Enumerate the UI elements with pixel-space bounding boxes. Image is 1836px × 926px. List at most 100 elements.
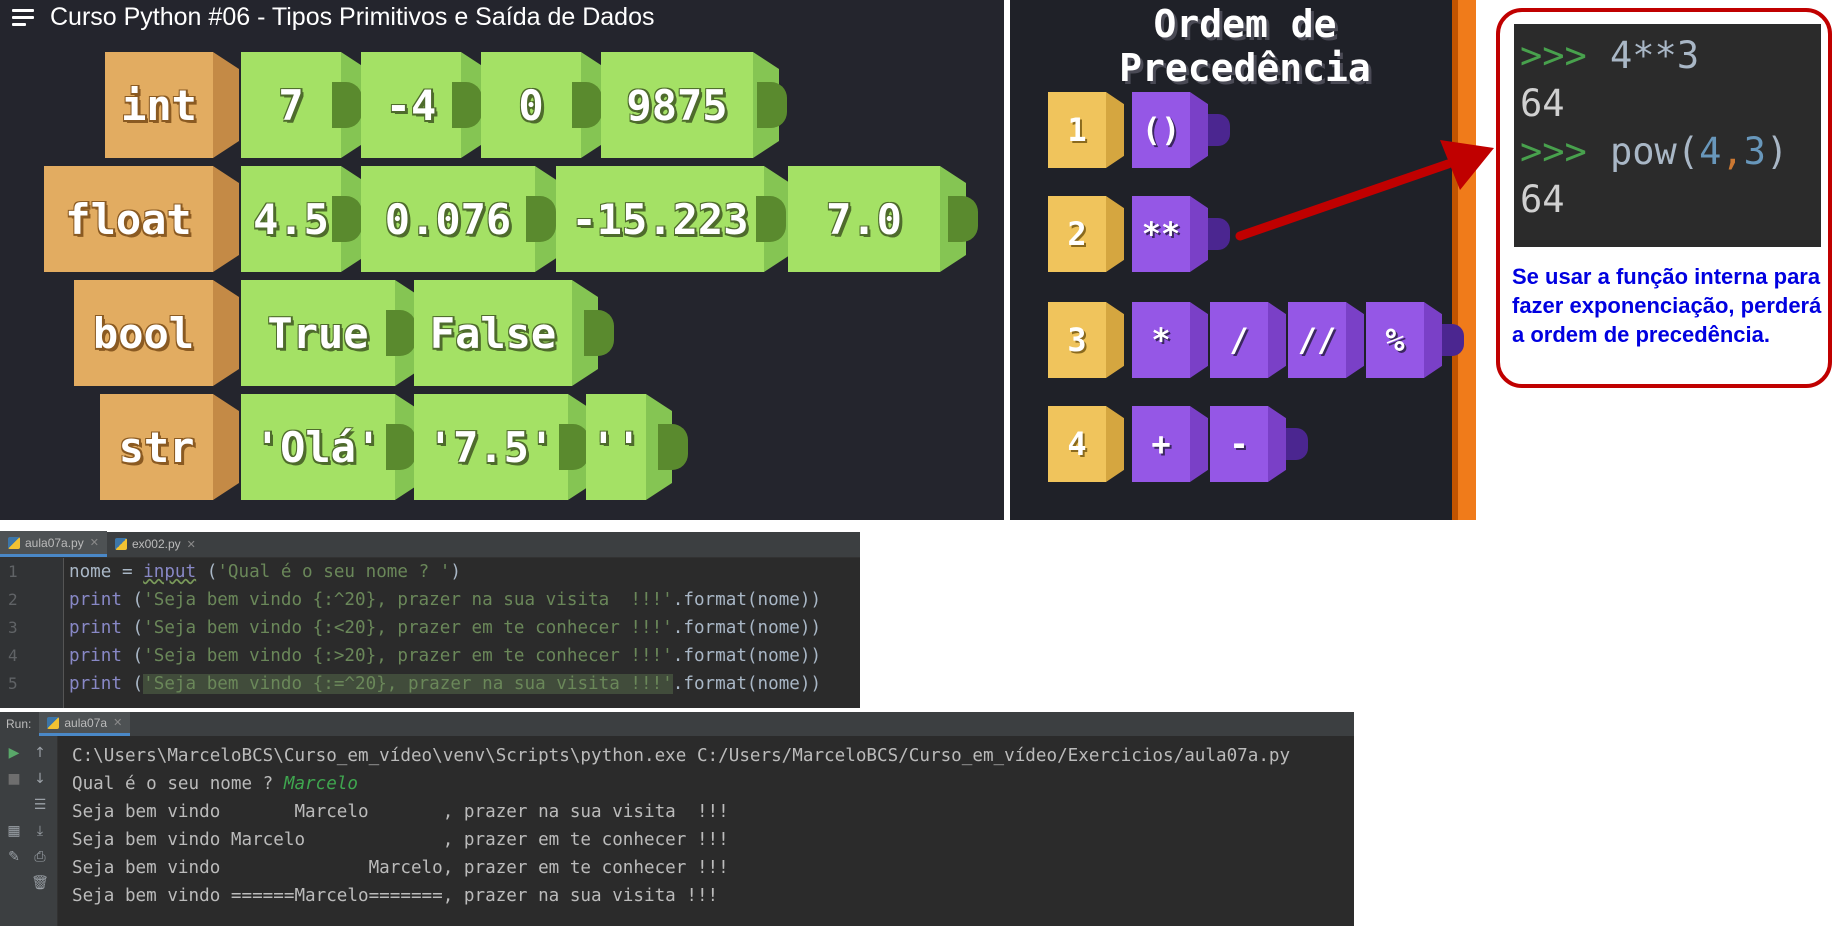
tab-ex002[interactable]: ex002.py ✕ — [107, 531, 204, 557]
repl-line: >>> 4**3 — [1520, 34, 1700, 77]
value-block: 9875 — [601, 52, 797, 158]
line-number: 3 — [8, 618, 18, 637]
repl-output: 64 — [1520, 178, 1565, 221]
type-label: int — [105, 52, 213, 158]
operator-block: * — [1132, 302, 1212, 378]
python-file-icon — [47, 716, 60, 729]
code-line[interactable]: print ('Seja bem vindo {:>20}, prazer em… — [69, 642, 821, 670]
value-label: 7.0 — [788, 166, 940, 272]
close-tab-icon[interactable]: ✕ — [113, 716, 122, 729]
scroll-to-end-icon[interactable]: ⤓ — [31, 822, 49, 840]
video-title: Curso Python #06 - Tipos Primitivos e Sa… — [50, 2, 655, 31]
line-number: 1 — [8, 562, 18, 581]
code-line[interactable]: nome = input ('Qual é o seu nome ? ') — [69, 558, 461, 586]
console-line: Seja bem vindo ======Marcelo=======, pra… — [72, 886, 719, 906]
operator-block: + — [1132, 406, 1212, 482]
console-line: Seja bem vindo Marcelo , prazer em te co… — [72, 830, 729, 850]
callout-note: Se usar a função interna para fazer expo… — [1512, 264, 1822, 347]
value-label: 7 — [241, 52, 341, 158]
value-block: 4.5 — [241, 166, 367, 272]
run-label: Run: — [6, 717, 32, 731]
run-header: Run: aula07a ✕ — [0, 712, 1354, 736]
value-label: 0 — [481, 52, 581, 158]
value-label: -4 — [361, 52, 461, 158]
code-area[interactable]: 1 2 3 4 5 nome = input ('Qual é o seu no… — [0, 558, 860, 708]
value-block: 0 — [481, 52, 607, 158]
close-tab-icon[interactable]: ✕ — [90, 536, 99, 549]
line-number: 2 — [8, 590, 18, 609]
rerun-icon[interactable]: ▶ — [5, 744, 23, 762]
code-line[interactable]: print ('Seja bem vindo {:<20}, prazer em… — [69, 614, 821, 642]
precedence-panel: Ordem de Precedência 1 () 2 ** 3 * / // … — [1010, 0, 1476, 520]
rank-block: 3 — [1048, 302, 1124, 378]
operator-block: / — [1210, 302, 1290, 378]
type-block-int: int — [105, 52, 239, 158]
down-arrow-icon[interactable]: ↓ — [31, 770, 49, 788]
operator-block: () — [1132, 92, 1232, 168]
video-frame[interactable]: Curso Python #06 - Tipos Primitivos e Sa… — [0, 0, 1004, 520]
editor-tabs: aula07a.py ✕ ex002.py ✕ — [0, 531, 860, 558]
type-block-str: str — [100, 394, 239, 500]
value-block: True — [241, 280, 421, 386]
value-block: 7.0 — [788, 166, 984, 272]
pin-icon[interactable]: ✎ — [5, 848, 23, 866]
up-arrow-icon[interactable]: ↑ — [31, 744, 49, 762]
repl-line: >>> pow(4,3) — [1520, 130, 1789, 173]
value-label: 4.5 — [241, 166, 341, 272]
line-number: 5 — [8, 674, 18, 693]
value-label: '' — [586, 394, 646, 500]
type-label: bool — [74, 280, 213, 386]
type-label: str — [100, 394, 213, 500]
line-number: 4 — [8, 646, 18, 665]
value-label: 9875 — [601, 52, 753, 158]
run-tab-aula07a[interactable]: aula07a ✕ — [39, 712, 131, 736]
operator-block: % — [1366, 302, 1466, 378]
type-label: float — [44, 166, 213, 272]
value-label: 'Olá' — [241, 394, 395, 500]
exponent-callout: >>> 4**3 64 >>> pow(4,3) 64 Se usar a funç… — [1496, 8, 1832, 388]
value-label: '7.5' — [414, 394, 568, 500]
console-output[interactable]: C:\Users\MarceloBCS\Curso_em_vídeo\venv\… — [72, 742, 1290, 910]
precedence-title: Ordem de Precedência — [1119, 2, 1371, 90]
code-line[interactable]: print ('Seja bem vindo {:^20}, prazer na… — [69, 586, 821, 614]
close-tab-icon[interactable]: ✕ — [187, 538, 196, 551]
rank-block: 1 — [1048, 92, 1124, 168]
operator-block: - — [1210, 406, 1310, 482]
layout-icon[interactable]: ▦ — [5, 822, 23, 840]
code-line[interactable]: print ('Seja bem vindo {:=^20}, prazer n… — [69, 670, 821, 698]
python-file-icon — [8, 536, 20, 549]
tab-aula07a[interactable]: aula07a.py ✕ — [0, 531, 107, 557]
console-line: Seja bem vindo Marcelo , prazer na sua v… — [72, 802, 729, 822]
soft-wrap-icon[interactable]: ☰ — [31, 796, 49, 814]
type-block-float: float — [44, 166, 239, 272]
console-line: Qual é o seu nome ? Marcelo — [72, 774, 359, 794]
print-icon[interactable]: ⎙ — [31, 848, 49, 866]
operator-block: ** — [1132, 196, 1232, 272]
value-block: 'Olá' — [241, 394, 421, 500]
type-block-bool: bool — [74, 280, 239, 386]
rank-block: 4 — [1048, 406, 1124, 482]
console-line: C:\Users\MarceloBCS\Curso_em_vídeo\venv\… — [72, 746, 1291, 766]
code-editor[interactable]: aula07a.py ✕ ex002.py ✕ 1 2 3 4 5 nome =… — [0, 531, 860, 708]
run-panel[interactable]: Run: aula07a ✕ ▶ ↑ ■ ↓ ☰ ▦ ⤓ ✎ ⎙ 🗑 C:\Us… — [0, 712, 1354, 926]
operator-block: // — [1288, 302, 1368, 378]
value-block: -4 — [361, 52, 487, 158]
rank-block: 2 — [1048, 196, 1124, 272]
value-block: False — [414, 280, 624, 386]
value-block: 7 — [241, 52, 367, 158]
value-label: 0.076 — [361, 166, 535, 272]
value-block: -15.223 — [556, 166, 790, 272]
playlist-menu-icon[interactable] — [12, 8, 36, 26]
console-input-value: Marcelo — [283, 774, 359, 794]
value-label: -15.223 — [556, 166, 764, 272]
trash-icon[interactable]: 🗑 — [31, 874, 49, 892]
value-block: '' — [586, 394, 698, 500]
video-title-bar: Curso Python #06 - Tipos Primitivos e Sa… — [0, 0, 1004, 34]
value-label: False — [414, 280, 572, 386]
run-toolbar: ▶ ↑ ■ ↓ ☰ ▦ ⤓ ✎ ⎙ 🗑 — [0, 736, 58, 926]
value-block: '7.5' — [414, 394, 594, 500]
repl-output: 64 — [1520, 82, 1565, 125]
python-repl-snippet: >>> 4**3 64 >>> pow(4,3) 64 — [1514, 24, 1821, 247]
python-file-icon — [114, 538, 127, 550]
stop-icon[interactable]: ■ — [5, 770, 23, 788]
